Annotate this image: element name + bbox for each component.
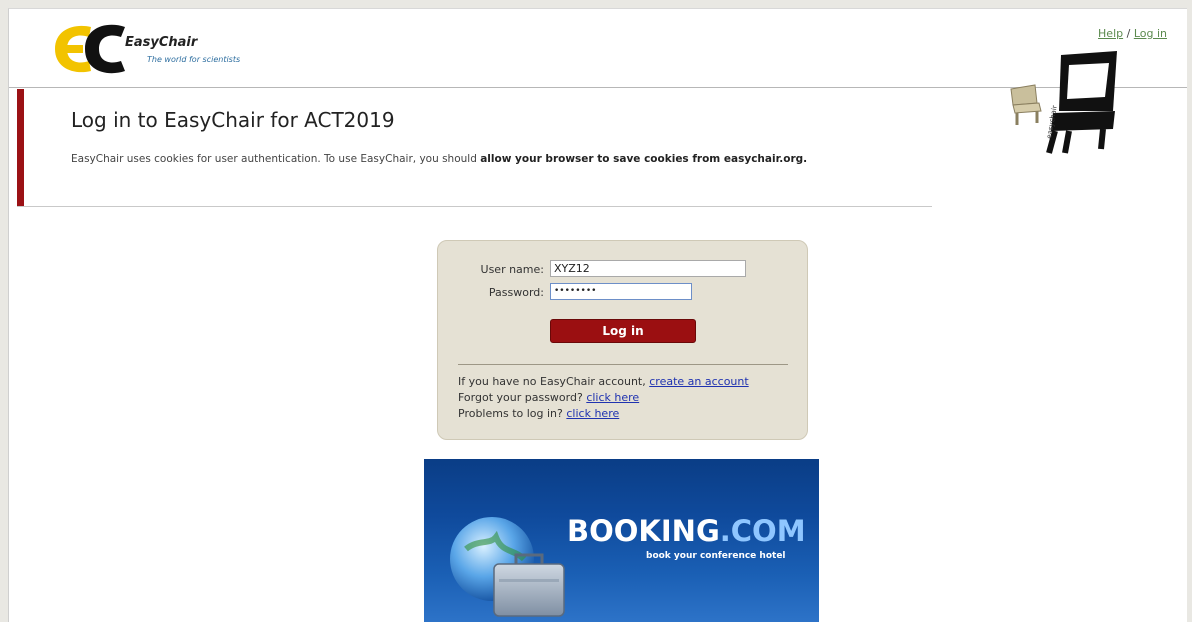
password-label: Password: <box>488 286 544 299</box>
booking-banner[interactable]: BOOKING.COM book your conference hotel <box>424 459 819 622</box>
login-button[interactable]: Log in <box>550 319 696 343</box>
create-account-link[interactable]: create an account <box>649 375 748 388</box>
easychair-logo[interactable]: EasyChair The world for scientists <box>47 21 307 81</box>
problems-text: Problems to log in? <box>458 407 567 420</box>
top-links: Help / Log in <box>1098 27 1167 40</box>
page: EasyChair The world for scientists Help … <box>8 8 1187 622</box>
page-title: Log in to EasyChair for ACT2019 <box>71 108 395 132</box>
no-account-line: If you have no EasyChair account, create… <box>458 375 749 388</box>
cookie-message-bold: allow your browser to save cookies from … <box>480 153 808 165</box>
help-link[interactable]: Help <box>1098 27 1123 40</box>
password-field[interactable]: •••••••• <box>550 283 692 300</box>
globe-suitcase-icon <box>450 517 565 617</box>
chairs-illustration-icon: easychair <box>1010 51 1117 154</box>
form-divider <box>458 364 788 365</box>
booking-brand-main: BOOKING <box>567 514 720 548</box>
easychair-logo-icon <box>55 24 125 74</box>
logo-tagline: The world for scientists <box>147 55 241 64</box>
no-account-text: If you have no EasyChair account, <box>458 375 650 388</box>
problems-line: Problems to log in? click here <box>458 407 619 420</box>
cookie-message-text: EasyChair uses cookies for user authenti… <box>71 153 481 165</box>
login-link[interactable]: Log in <box>1134 27 1167 40</box>
red-accent-bar <box>17 89 24 206</box>
booking-tagline: book your conference hotel <box>646 551 786 561</box>
login-form: User name: XYZ12 Password: •••••••• Log … <box>437 240 808 440</box>
title-section: Log in to EasyChair for ACT2019 EasyChai… <box>17 89 932 207</box>
forgot-password-link[interactable]: click here <box>586 391 639 404</box>
forgot-password-line: Forgot your password? click here <box>458 391 639 404</box>
logo-name: EasyChair <box>125 35 198 50</box>
top-links-separator: / <box>1126 27 1131 40</box>
cookie-message: EasyChair uses cookies for user authenti… <box>71 151 851 167</box>
forgot-text: Forgot your password? <box>458 391 587 404</box>
booking-logo-text: BOOKING.COM <box>567 514 806 548</box>
booking-brand-com: .COM <box>719 514 806 548</box>
username-field[interactable]: XYZ12 <box>550 260 746 277</box>
username-label: User name: <box>480 263 544 276</box>
problems-link[interactable]: click here <box>566 407 619 420</box>
